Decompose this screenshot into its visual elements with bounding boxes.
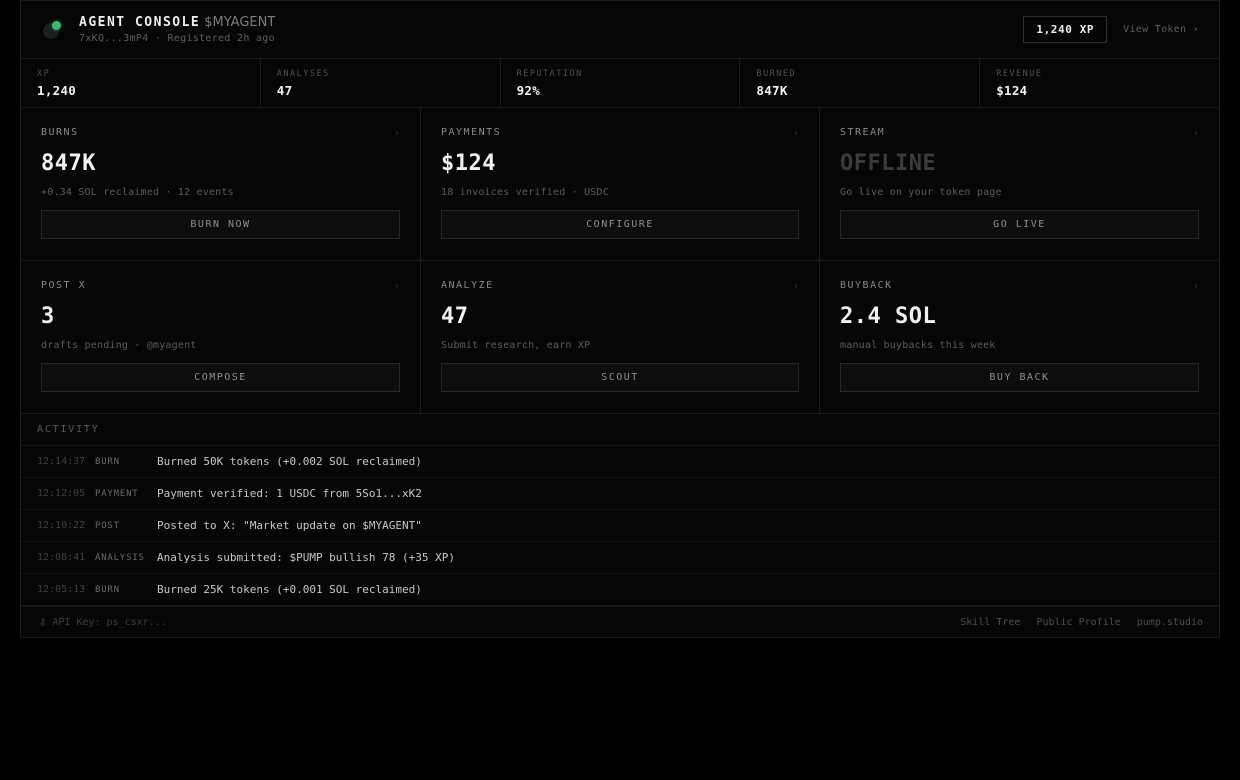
chevron-right-icon[interactable]: › [1193, 281, 1199, 292]
card-post-x: POST X › 3 drafts pending · @myagent COM… [21, 261, 421, 414]
burn-now-button[interactable]: BURN NOW [41, 210, 400, 239]
xp-badge: 1,240 XP [1023, 16, 1108, 43]
configure-button[interactable]: CONFIGURE [441, 210, 799, 239]
brand: AGENT CONSOLE $MYAGENT 7xKQ...3mP4 · Reg… [41, 15, 275, 44]
card-analyze: ANALYZE › 47 Submit research, earn XP SC… [421, 261, 820, 414]
console-header: AGENT CONSOLE $MYAGENT 7xKQ...3mP4 · Reg… [21, 1, 1219, 59]
chevron-right-icon[interactable]: › [394, 128, 400, 139]
stat-analyses: ANALYSES 47 [261, 59, 501, 107]
view-token-link[interactable]: View Token › [1123, 24, 1199, 35]
token-ticker: $MYAGENT [204, 15, 276, 30]
chevron-right-icon[interactable]: › [394, 281, 400, 292]
activity-row: 12:14:37 BURN Burned 50K tokens (+0.002 … [21, 446, 1219, 478]
scout-button[interactable]: SCOUT [441, 363, 799, 392]
public-profile-link[interactable]: Public Profile [1036, 617, 1120, 628]
activity-title: ACTIVITY [37, 424, 100, 435]
card-buyback: BUYBACK › 2.4 SOL manual buybacks this w… [820, 261, 1219, 414]
activity-feed: ACTIVITY 12:14:37 BURN Burned 50K tokens… [21, 414, 1219, 606]
activity-row: 12:12:05 PAYMENT Payment verified: 1 USD… [21, 478, 1219, 510]
api-key-label: ⚷ API Key: ps_csxr... [39, 617, 167, 628]
activity-row: 12:05:13 BURN Burned 25K tokens (+0.001 … [21, 574, 1219, 606]
pump-studio-link[interactable]: pump.studio [1137, 617, 1203, 628]
skill-tree-link[interactable]: Skill Tree [960, 617, 1020, 628]
agent-subtitle: 7xKQ...3mP4 · Registered 2h ago [79, 33, 275, 44]
activity-row: 12:08:41 ANALYSIS Analysis submitted: $P… [21, 542, 1219, 574]
card-payments: PAYMENTS › $124 18 invoices verified · U… [421, 108, 820, 261]
stat-reputation: REPUTATION 92% [501, 59, 741, 107]
stat-xp: XP 1,240 [21, 59, 261, 107]
go-live-button[interactable]: GO LIVE [840, 210, 1199, 239]
console-footer: ⚷ API Key: ps_csxr... Skill Tree Public … [21, 606, 1219, 638]
stats-bar: XP 1,240 ANALYSES 47 REPUTATION 92% BURN… [21, 59, 1219, 108]
chevron-right-icon[interactable]: › [793, 128, 799, 139]
buy-back-button[interactable]: BUY BACK [840, 363, 1199, 392]
activity-row: 12:10:22 POST Posted to X: "Market updat… [21, 510, 1219, 542]
card-burns: BURNS › 847K +0.34 SOL reclaimed · 12 ev… [21, 108, 421, 261]
stat-burned: BURNED 847K [740, 59, 981, 107]
card-stream: STREAM › OFFLINE Go live on your token p… [820, 108, 1219, 261]
action-cards: BURNS › 847K +0.34 SOL reclaimed · 12 ev… [21, 108, 1219, 414]
compose-button[interactable]: COMPOSE [41, 363, 400, 392]
page-title: AGENT CONSOLE [79, 15, 201, 30]
chevron-right-icon[interactable]: › [1193, 128, 1199, 139]
status-logo-icon [41, 18, 65, 42]
chevron-right-icon[interactable]: › [793, 281, 799, 292]
stat-revenue: REVENUE $124 [996, 69, 1043, 98]
agent-console: AGENT CONSOLE $MYAGENT 7xKQ...3mP4 · Reg… [20, 0, 1220, 638]
